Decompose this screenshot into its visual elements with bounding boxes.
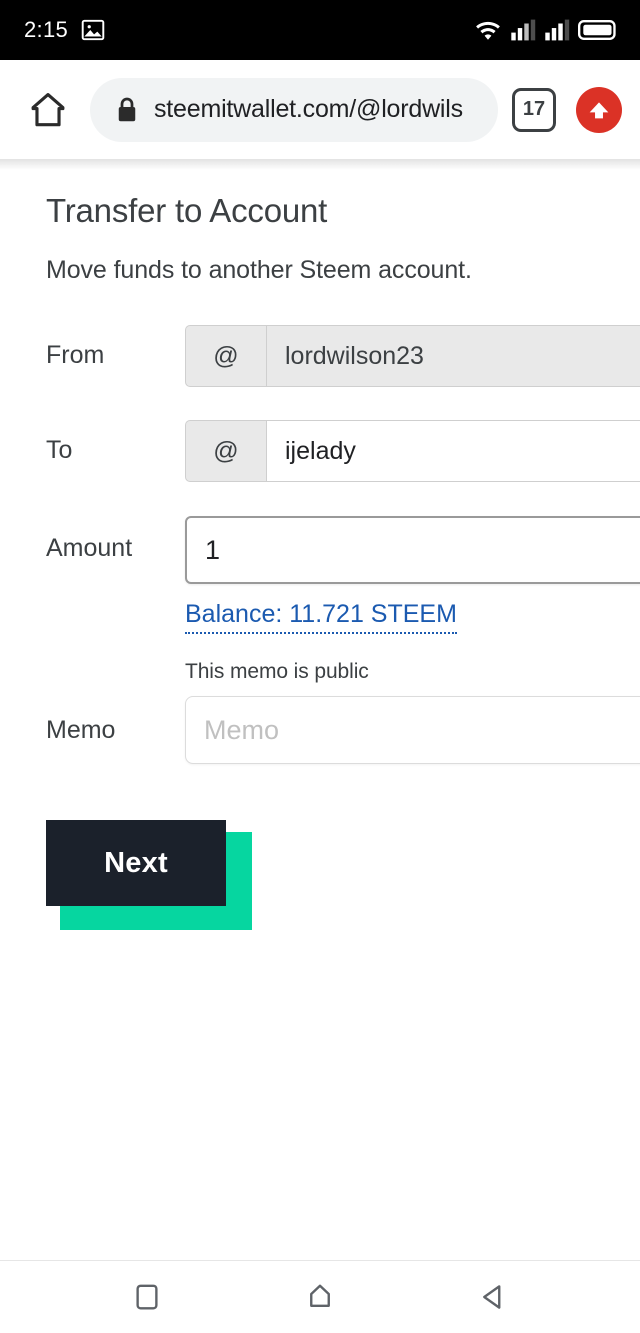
status-clock: 2:15 [24, 17, 69, 42]
memo-input[interactable] [185, 696, 640, 764]
browser-toolbar: steemitwallet.com/@lordwils 17 [0, 60, 640, 160]
from-account-input[interactable] [266, 325, 640, 387]
tab-count-button[interactable]: 17 [512, 87, 556, 132]
up-arrow-icon[interactable] [576, 86, 622, 133]
page-title: Transfer to Account [46, 192, 328, 229]
transfer-form: From @ To @ [46, 325, 640, 930]
next-button-wrap: Next [46, 820, 252, 930]
url-text: steemitwallet.com/@lordwils [154, 95, 463, 123]
status-bar: 2:15 [0, 0, 640, 60]
memo-public-hint: This memo is public [185, 660, 369, 683]
home-pentagon-icon[interactable] [290, 1267, 350, 1327]
battery-icon [578, 19, 618, 41]
from-field-col: @ [185, 325, 640, 387]
to-at-prefix: @ [185, 420, 266, 482]
signal-icon-1 [510, 18, 536, 42]
next-button[interactable]: Next [46, 820, 226, 906]
amount-label: Amount [46, 534, 133, 562]
phone-screen: 2:15 steemitwallet.com/@lordwils 17 Tran… [0, 0, 640, 1333]
amount-field-col: Balance: 11.721 STEEM [185, 516, 640, 634]
status-bar-right [474, 18, 618, 42]
from-at-prefix: @ [185, 325, 266, 387]
form-row-memo: Memo This memo is public [46, 660, 640, 764]
memo-label: Memo [46, 716, 116, 744]
to-account-input[interactable] [266, 420, 640, 482]
balance-link[interactable]: Balance: 11.721 STEEM [185, 600, 457, 634]
to-input-group: @ [185, 420, 640, 482]
url-bar[interactable]: steemitwallet.com/@lordwils [90, 77, 498, 142]
signal-icon-2 [544, 18, 570, 42]
form-row-amount: Amount Balance: 11.721 STEEM [46, 516, 640, 634]
from-input-group: @ [185, 325, 640, 387]
web-page-viewport: Transfer to Account Move funds to anothe… [0, 160, 640, 1260]
page-subtitle: Move funds to another Steem account. [46, 256, 472, 284]
to-field-col: @ [185, 420, 640, 482]
android-nav-bar [0, 1260, 640, 1333]
memo-field-col: This memo is public [185, 660, 640, 764]
recents-square-icon[interactable] [117, 1267, 177, 1327]
page-content: Transfer to Account Move funds to anothe… [0, 160, 640, 930]
form-row-from: From @ [46, 325, 640, 387]
home-icon[interactable] [20, 82, 76, 138]
spacer-from [46, 387, 640, 420]
wifi-icon [474, 18, 502, 42]
status-bar-left: 2:15 [24, 17, 106, 43]
from-label: From [46, 341, 105, 369]
photo-icon [80, 17, 106, 43]
to-label: To [46, 436, 73, 464]
spacer-to [46, 482, 640, 516]
back-triangle-icon[interactable] [463, 1267, 523, 1327]
amount-input[interactable] [185, 516, 640, 584]
form-row-to: To @ [46, 420, 640, 482]
lock-icon [114, 95, 140, 125]
